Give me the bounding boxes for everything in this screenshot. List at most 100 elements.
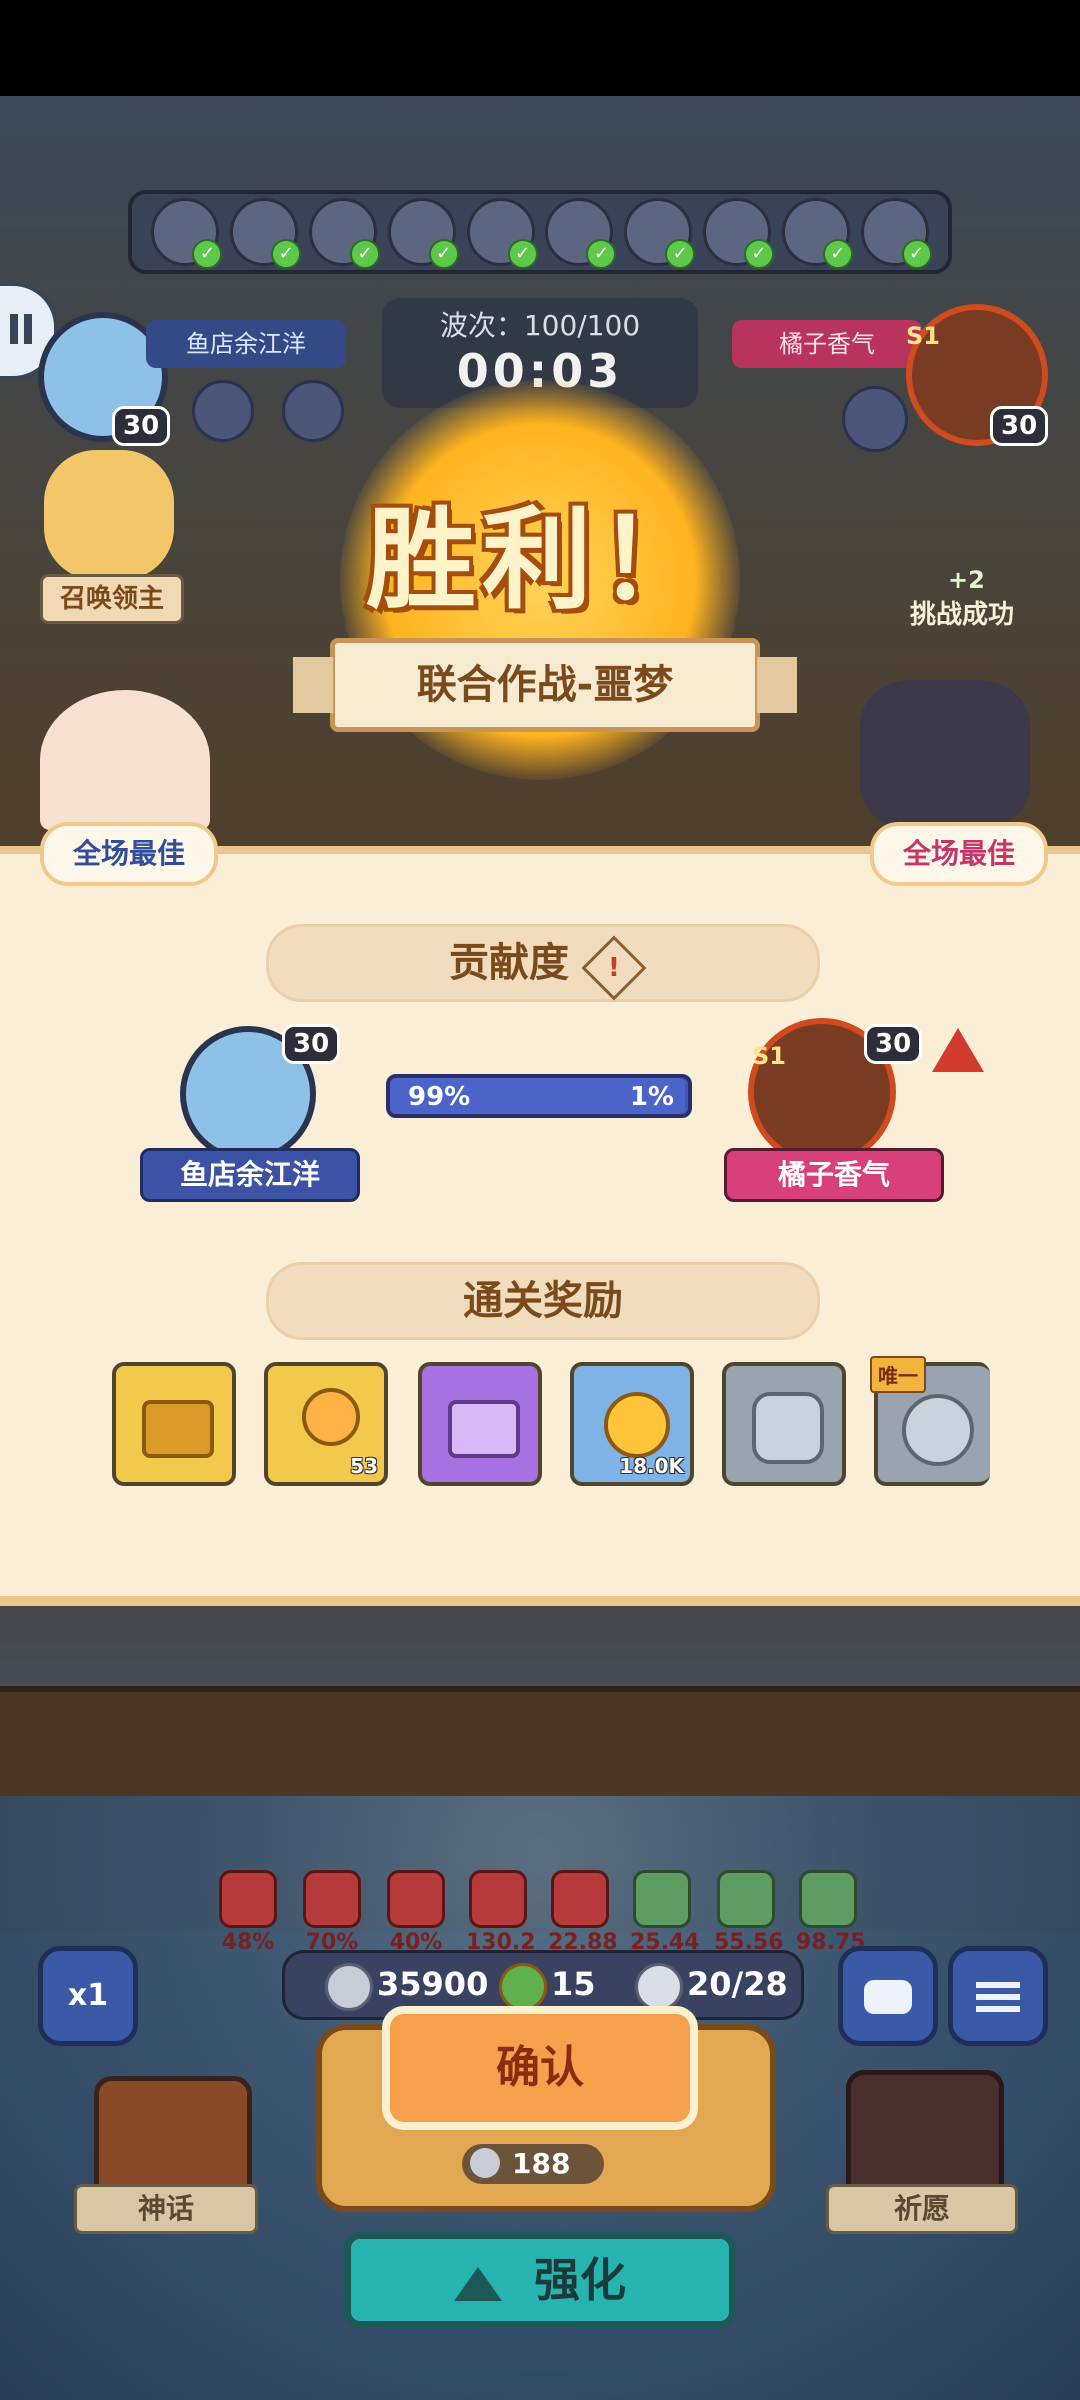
chat-button[interactable]	[838, 1946, 938, 2046]
stat-item: 22.88	[548, 1870, 618, 1955]
check-icon: ✓	[271, 239, 302, 269]
contrib-right-level: 30	[864, 1024, 923, 1064]
coin-icon	[604, 1392, 670, 1458]
check-icon: ✓	[349, 239, 380, 269]
contribution-title: 贡献度 !	[266, 924, 820, 1002]
reward-count: 18.0K	[619, 1454, 684, 1478]
speaker-off-icon[interactable]	[282, 380, 344, 442]
clover-icon	[499, 1963, 547, 2011]
stat-icon	[387, 1870, 445, 1928]
reward-coin[interactable]: 18.0K	[570, 1362, 694, 1486]
hero-chip: ✓	[466, 198, 538, 269]
stat-item: 48%	[216, 1870, 280, 1955]
speed-button[interactable]: x1	[38, 1946, 138, 2046]
silver-amount: 35900	[377, 1965, 489, 2003]
upgrade-arrow-icon	[453, 2266, 502, 2301]
check-icon: ✓	[743, 239, 774, 269]
stat-item: 70%	[300, 1870, 364, 1955]
reward-purple-chest[interactable]	[418, 1362, 542, 1486]
best-right-badge: 全场最佳	[870, 822, 1048, 886]
confirm-button[interactable]: 确认	[382, 2006, 698, 2130]
contribution-title-text: 贡献度	[449, 940, 570, 986]
stat-item: 98.75	[796, 1870, 866, 1955]
badge-icon	[902, 1394, 974, 1466]
unit-count: 20/28	[687, 1965, 788, 2003]
check-icon: ✓	[822, 239, 853, 269]
enhance-label: 强化	[534, 2253, 626, 2307]
chat-icon	[864, 1979, 912, 2014]
stat-icon	[799, 1870, 857, 1928]
best-left-badge: 全场最佳	[40, 822, 218, 886]
hero-chip: ✓	[624, 198, 696, 269]
hero-chip: ✓	[781, 198, 853, 269]
player-left-name: 鱼店余江洋	[146, 320, 346, 368]
contrib-left-level: 30	[282, 1024, 341, 1064]
stat-icon	[551, 1870, 609, 1928]
hero-chip: ✓	[702, 198, 774, 269]
challenge-status: 挑战成功	[910, 600, 1015, 630]
key-icon	[302, 1388, 360, 1446]
stat-icon	[633, 1870, 691, 1928]
wave-counter: 波次：100/100	[439, 309, 641, 342]
contribution-bar: 99% 1%	[386, 1074, 692, 1118]
info-icon[interactable]: !	[581, 935, 647, 1001]
reward-count: 53	[350, 1454, 378, 1478]
contribution-left-percent: 99%	[408, 1082, 471, 1112]
chat-bubble-icon[interactable]	[842, 386, 908, 452]
contrib-left-name: 鱼店余江洋	[140, 1148, 360, 1202]
hero-chip: ✓	[545, 198, 617, 269]
silver-coin-icon	[470, 2148, 500, 2178]
stat-icon	[219, 1870, 277, 1928]
check-icon: ✓	[428, 239, 459, 269]
check-icon: ✓	[192, 239, 223, 269]
chest-icon	[142, 1400, 214, 1458]
hero-chip: ✓	[387, 198, 459, 269]
hero-roster-strip: ✓ ✓ ✓ ✓ ✓ ✓ ✓ ✓ ✓ ✓	[128, 190, 952, 274]
player-right-level: 30	[990, 406, 1049, 446]
stat-item: 130.2	[466, 1870, 536, 1955]
menu-icon	[976, 1993, 1020, 2000]
hero-chip: ✓	[151, 198, 223, 269]
enhance-button[interactable]: 强化	[344, 2232, 736, 2328]
menu-button[interactable]	[948, 1946, 1048, 2046]
pause-icon	[10, 314, 18, 344]
contribution-right-percent: 1%	[629, 1082, 674, 1112]
check-icon: ✓	[586, 239, 617, 269]
reward-silver-emblem[interactable]	[722, 1362, 846, 1486]
mic-off-icon[interactable]	[192, 380, 254, 442]
mode-ribbon: 联合作战-噩梦	[293, 638, 797, 732]
summon-cost-value: 188	[512, 2147, 571, 2180]
chest-icon	[448, 1400, 520, 1458]
season-badge: S1	[906, 322, 940, 350]
silver-coin-icon	[325, 1963, 373, 2011]
wish-label: 祈愿	[826, 2184, 1018, 2234]
stat-icon	[469, 1870, 527, 1928]
stat-item: 55.56	[714, 1870, 784, 1955]
contrib-right-season: S1	[752, 1042, 786, 1070]
stat-icon	[303, 1870, 361, 1928]
summon-lord-label: 召唤领主	[40, 574, 184, 624]
hero-chip: ✓	[230, 198, 302, 269]
contrib-right-name: 橘子香气	[724, 1148, 944, 1202]
check-icon: ✓	[507, 239, 538, 269]
hero-chip: ✓	[308, 198, 380, 269]
myth-label: 神话	[74, 2184, 258, 2234]
reward-gold-chest[interactable]	[112, 1362, 236, 1486]
stat-icon	[717, 1870, 775, 1928]
player-right-name: 橘子香气	[732, 320, 922, 368]
unique-tag: 唯一	[870, 1356, 926, 1393]
warning-icon[interactable]	[932, 1028, 984, 1072]
hero-chip: ✓	[860, 198, 932, 269]
emblem-icon	[752, 1392, 824, 1464]
stat-item: 25.44	[630, 1870, 700, 1955]
summon-lord-portrait[interactable]	[44, 450, 174, 580]
check-icon: ✓	[665, 239, 696, 269]
rewards-title: 通关奖励	[266, 1262, 820, 1340]
player-left-level: 30	[112, 406, 171, 446]
best-left-character	[40, 690, 210, 830]
reward-key[interactable]: 53	[264, 1362, 388, 1486]
challenge-reward: +2	[948, 566, 985, 594]
check-icon: ✓	[901, 239, 932, 269]
best-right-character	[860, 680, 1030, 830]
unit-icon	[635, 1963, 683, 2011]
